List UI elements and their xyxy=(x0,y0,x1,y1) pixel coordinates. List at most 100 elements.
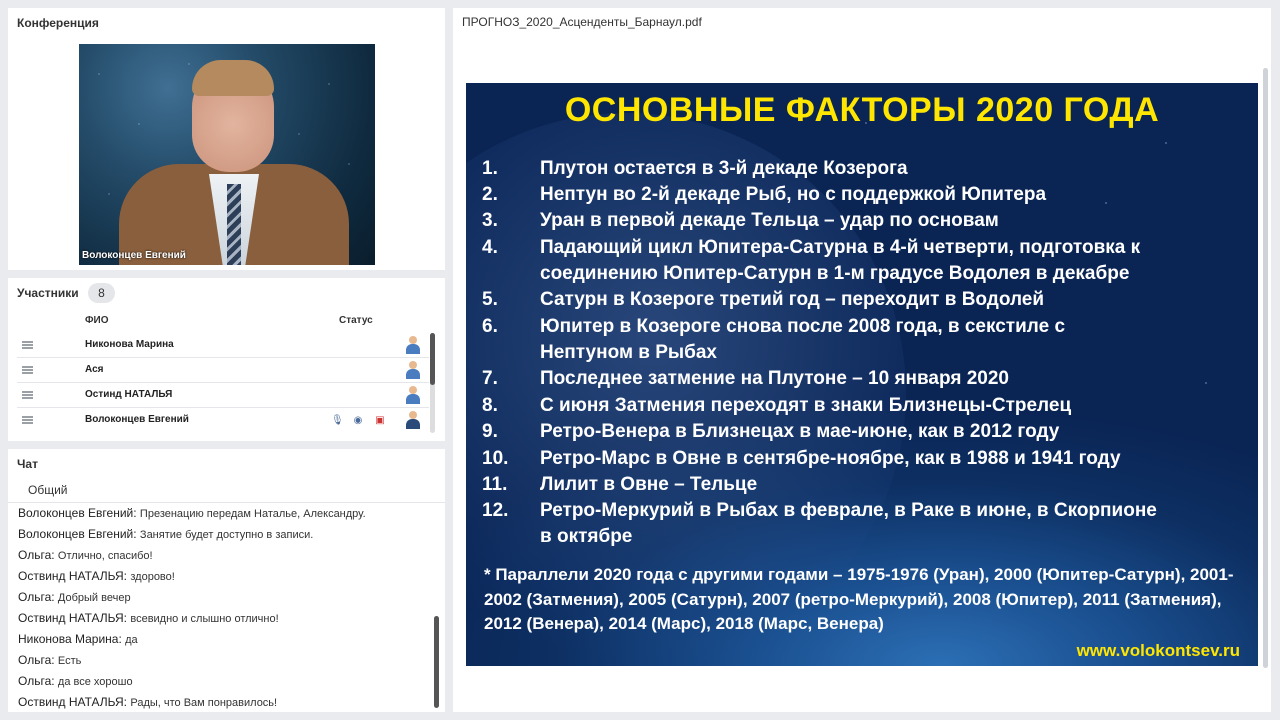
chat-title: Чат xyxy=(17,457,38,471)
chat-author: Ольга: xyxy=(18,548,55,562)
chat-author: Ольга: xyxy=(18,674,55,688)
microphone-icon[interactable]: 🎙 xyxy=(331,415,344,427)
item-text-continued: Нептуном в Рыбах xyxy=(540,342,718,363)
conference-panel: Конференция Волоконцев Евгений xyxy=(8,8,445,270)
slide-footnote: * Параллели 2020 года с другими годами –… xyxy=(484,565,1234,633)
chat-author: Волоконцев Евгений: xyxy=(18,506,137,520)
column-header-status[interactable]: Статус xyxy=(339,315,373,326)
webcam-icon[interactable]: ◉ xyxy=(352,415,364,427)
speaker-hair xyxy=(192,60,274,96)
presentation-slide[interactable]: ОСНОВНЫЕ ФАКТОРЫ 2020 ГОДА 1. Плутон оста… xyxy=(466,83,1258,666)
slide-list-item: 3. Уран в первой декаде Тельца – удар по … xyxy=(482,208,1242,234)
slide-list-item: 6. Юпитер в Козероге снова после 2008 год… xyxy=(482,314,1242,363)
chat-text: Есть xyxy=(57,655,82,667)
item-number: 10. xyxy=(482,448,509,469)
item-number: 5. xyxy=(482,289,498,310)
participants-panel: Участники 8 ФИО Статус Никонова Марина А… xyxy=(8,278,445,441)
chat-message: Волоконцев Евгений: Занятие будет доступ… xyxy=(18,527,313,541)
participant-row[interactable]: Ася xyxy=(17,358,429,383)
participant-name: Никонова Марина xyxy=(85,339,174,350)
user-icon xyxy=(405,336,421,354)
video-speaker-name: Волоконцев Евгений xyxy=(82,250,186,261)
document-filename: ПРОГНОЗ_2020_Асценденты_Барнаул.pdf xyxy=(462,15,702,29)
chat-text: да все хорошо xyxy=(57,676,133,688)
item-number: 3. xyxy=(482,210,498,231)
item-number: 7. xyxy=(482,368,498,389)
item-text: Ретро-Венера в Близнецах в мае-июне, как… xyxy=(540,421,1060,442)
document-panel: ПРОГНОЗ_2020_Асценденты_Барнаул.pdf ОСНО… xyxy=(453,8,1271,712)
slide-list-item: 9. Ретро-Венера в Близнецах в мае-июне, к… xyxy=(482,419,1242,445)
speaker-tie xyxy=(227,184,241,265)
participant-row[interactable]: Остинд НАТАЛЬЯ xyxy=(17,383,429,408)
slide-list-item: 11. Лилит в Овне – Тельце xyxy=(482,472,1242,498)
item-number: 9. xyxy=(482,421,498,442)
chat-author: Оствинд НАТАЛЬЯ: xyxy=(18,695,128,709)
participant-name: Остинд НАТАЛЬЯ xyxy=(85,389,173,400)
item-text: Падающий цикл Юпитера-Сатурна в 4-й четв… xyxy=(540,237,1141,258)
item-text: Ретро-Меркурий в Рыбах в феврале, в Раке… xyxy=(540,500,1157,521)
item-text: Плутон остается в 3-й декаде Козерога xyxy=(540,158,908,179)
chat-message: Никонова Марина: да xyxy=(18,632,138,646)
conference-title: Конференция xyxy=(17,16,99,30)
chat-message: Ольга: Есть xyxy=(18,653,81,667)
participants-scrollbar[interactable] xyxy=(430,333,435,433)
chat-message: Ольга: да все хорошо xyxy=(18,674,133,688)
item-number: 4. xyxy=(482,237,498,258)
item-text-continued: в октябре xyxy=(540,526,633,547)
item-text: Юпитер в Козероге снова после 2008 года,… xyxy=(540,316,1066,337)
chat-author: Волоконцев Евгений: xyxy=(18,527,137,541)
item-number: 12. xyxy=(482,500,509,521)
item-text: Последнее затмение на Плутоне – 10 январ… xyxy=(540,368,1009,389)
chat-author: Никонова Марина: xyxy=(18,632,122,646)
participants-title: Участники xyxy=(17,286,79,300)
item-text: Сатурн в Козероге третий год – переходит… xyxy=(540,289,1045,310)
slide-list-item: 1. Плутон остается в 3-й декаде Козерога xyxy=(482,156,1242,182)
item-text: Ретро-Марс в Овне в сентябре-ноябре, как… xyxy=(540,448,1121,469)
participants-count-badge: 8 xyxy=(88,283,115,303)
chat-text: Занятие будет доступно в записи. xyxy=(139,529,314,541)
chat-text: да xyxy=(125,634,138,646)
participant-row[interactable]: Волоконцев Евгений 🎙 ◉ ▣ xyxy=(17,408,429,433)
slide-list-item: 8. С июня Затмения переходят в знаки Близ… xyxy=(482,393,1242,419)
participant-name: Волоконцев Евгений xyxy=(85,414,189,425)
drag-handle-icon[interactable] xyxy=(22,391,33,399)
chat-text: Добрый вечер xyxy=(57,592,131,604)
chat-scrollbar[interactable] xyxy=(434,506,439,708)
item-number: 1. xyxy=(482,158,498,179)
chat-text: Рады, что Вам понравилось! xyxy=(130,697,278,709)
chat-tab-general[interactable]: Общий xyxy=(18,478,96,502)
document-scrollbar[interactable] xyxy=(1263,68,1268,668)
chat-message: Ольга: Добрый вечер xyxy=(18,590,131,604)
item-number: 8. xyxy=(482,395,498,416)
item-text: Нептун во 2-й декаде Рыб, но с поддержко… xyxy=(540,184,1047,205)
document-scroll-thumb[interactable] xyxy=(1263,68,1268,668)
chat-message: Волоконцев Евгений: Презенацию передам Н… xyxy=(18,506,366,520)
slide-list-item: 4. Падающий цикл Юпитера-Сатурна в 4-й че… xyxy=(482,235,1242,284)
chat-message: Оствинд НАТАЛЬЯ: здорово! xyxy=(18,569,175,583)
video-feed[interactable]: Волоконцев Евгений xyxy=(79,44,375,265)
slide-list-item: 7. Последнее затмение на Плутоне – 10 янв… xyxy=(482,366,1242,392)
item-text: Лилит в Овне – Тельце xyxy=(540,474,758,495)
item-text-continued: соединению Юпитер-Сатурн в 1-м градусе В… xyxy=(540,263,1130,284)
participants-scroll-thumb[interactable] xyxy=(430,333,435,385)
chat-text: Презенацию передам Наталье, Александру. xyxy=(139,508,366,520)
chat-scroll-thumb[interactable] xyxy=(434,616,439,708)
participant-name: Ася xyxy=(85,364,104,375)
screen-share-off-icon[interactable]: ▣ xyxy=(374,415,386,427)
slide-title: ОСНОВНЫЕ ФАКТОРЫ 2020 ГОДА xyxy=(564,91,1160,129)
slide-website: www.volokontsev.ru xyxy=(1076,641,1240,660)
slide-list-item: 5. Сатурн в Козероге третий год – переход… xyxy=(482,287,1242,313)
chat-message: Ольга: Отлично, спасибо! xyxy=(18,548,153,562)
column-header-name[interactable]: ФИО xyxy=(85,315,109,326)
drag-handle-icon[interactable] xyxy=(22,416,33,424)
slide-list-item: 10. Ретро-Марс в Овне в сентябре-ноябре, … xyxy=(482,446,1242,472)
drag-handle-icon[interactable] xyxy=(22,366,33,374)
chat-message: Оствинд НАТАЛЬЯ: всевидно и слышно отлич… xyxy=(18,611,279,625)
participant-row[interactable]: Никонова Марина xyxy=(17,333,429,358)
drag-handle-icon[interactable] xyxy=(22,341,33,349)
item-number: 11. xyxy=(482,474,508,495)
chat-author: Оствинд НАТАЛЬЯ: xyxy=(18,569,128,583)
chat-text: всевидно и слышно отлично! xyxy=(130,613,279,625)
chat-author: Оствинд НАТАЛЬЯ: xyxy=(18,611,128,625)
item-number: 6. xyxy=(482,316,498,337)
